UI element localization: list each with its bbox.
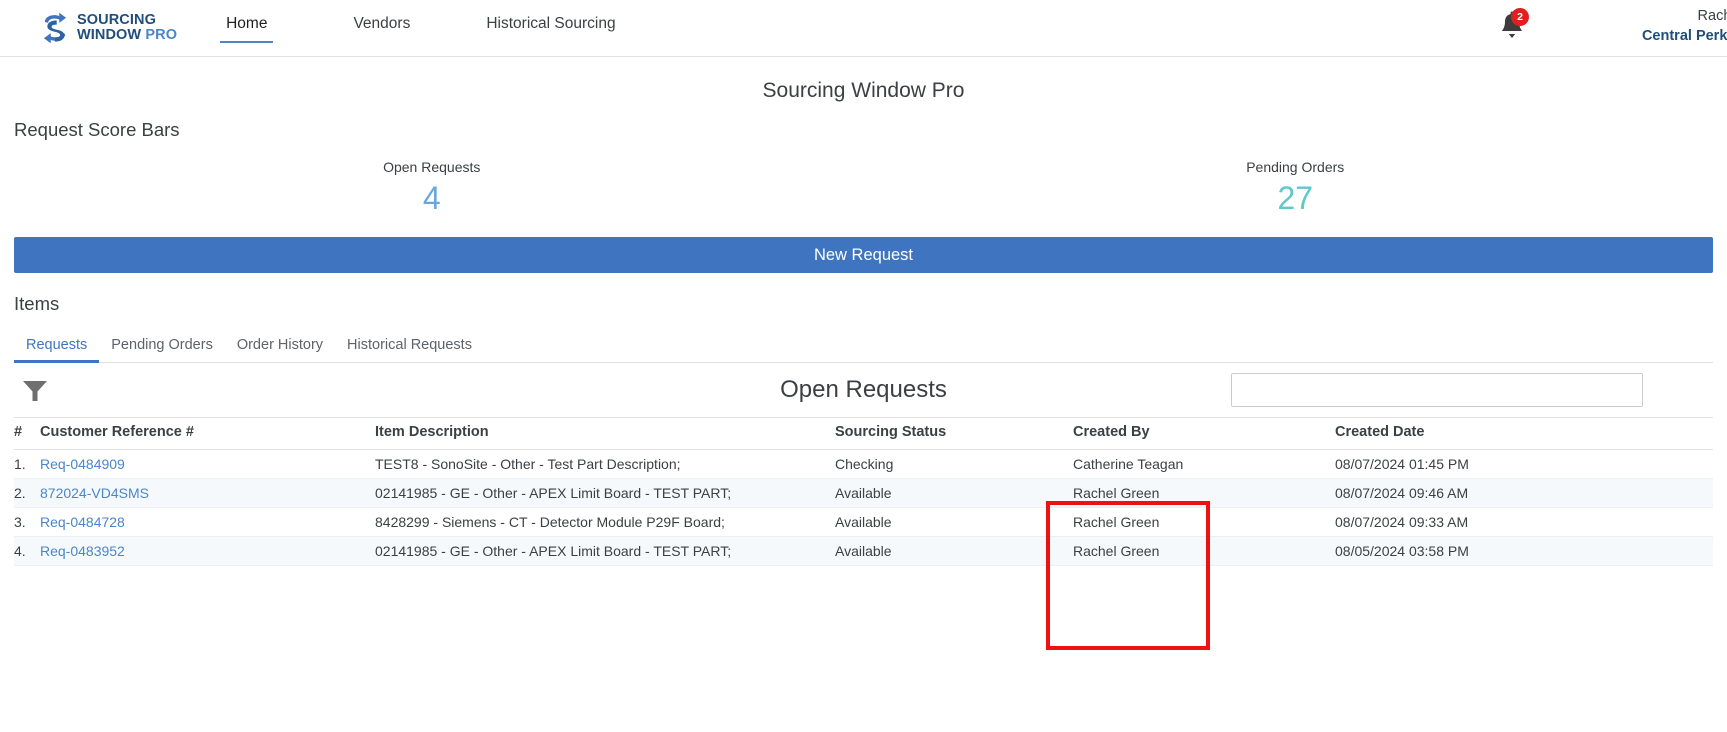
column-header-index[interactable]: #	[14, 417, 40, 450]
reference-link[interactable]: Req-0484728	[40, 514, 125, 530]
cell-index: 3.	[14, 507, 40, 537]
reference-link[interactable]: 872024-VD4SMS	[40, 485, 149, 501]
nav-item-historical-sourcing[interactable]: Historical Sourcing	[484, 12, 617, 43]
brand-pro-text: PRO	[145, 27, 178, 43]
column-header-item-description[interactable]: Item Description	[375, 417, 835, 450]
cell-reference: Req-0484728	[40, 507, 375, 537]
table-row[interactable]: 2. 872024-VD4SMS 02141985 - GE - Other -…	[14, 478, 1713, 508]
reference-link[interactable]: Req-0484909	[40, 456, 125, 472]
cell-status: Available	[835, 536, 1073, 566]
table-row[interactable]: 4. Req-0483952 02141985 - GE - Other - A…	[14, 536, 1713, 566]
notifications-button[interactable]: 2	[1497, 8, 1529, 44]
new-request-button[interactable]: New Request	[14, 237, 1713, 273]
column-header-created-date[interactable]: Created Date	[1335, 417, 1713, 450]
table-header-row: # Customer Reference # Item Description …	[14, 417, 1713, 450]
brand-line-2: WINDOW PRO	[77, 28, 177, 43]
cell-created-date: 08/07/2024 09:33 AM	[1335, 507, 1713, 537]
user-organization: Central Perk Imaging	[1641, 28, 1727, 44]
brand-logo[interactable]: SOURCING WINDOW PRO	[38, 8, 177, 48]
primary-nav-links: Home Vendors Historical Sourcing	[220, 12, 617, 43]
cell-description: TEST8 - SonoSite - Other - Test Part Des…	[375, 449, 835, 479]
table-row[interactable]: 3. Req-0484728 8428299 - Siemens - CT - …	[14, 507, 1713, 537]
nav-item-vendors[interactable]: Vendors	[351, 12, 412, 43]
table-body: 1. Req-0484909 TEST8 - SonoSite - Other …	[14, 449, 1713, 566]
table-toolbar: Open Requests	[14, 363, 1713, 417]
cell-index: 4.	[14, 536, 40, 566]
table-head: # Customer Reference # Item Description …	[14, 417, 1713, 450]
tab-requests[interactable]: Requests	[14, 337, 100, 363]
cell-index: 1.	[14, 449, 40, 479]
scorecard-pending-orders[interactable]: Pending Orders 27	[864, 159, 1727, 219]
user-name: Rachel Green	[1697, 8, 1727, 24]
nav-right-cluster: 2 Rachel Green Central Perk Imaging	[1497, 0, 1727, 57]
cell-created-by: Rachel Green	[1073, 507, 1335, 537]
column-header-sourcing-status[interactable]: Sourcing Status	[835, 417, 1073, 450]
tab-historical-requests[interactable]: Historical Requests	[335, 337, 484, 362]
cell-description: 02141985 - GE - Other - APEX Limit Board…	[375, 478, 835, 508]
scorecard-pending-orders-value: 27	[1277, 180, 1314, 216]
column-header-customer-reference[interactable]: Customer Reference #	[40, 417, 375, 450]
cell-reference: 872024-VD4SMS	[40, 478, 375, 508]
scorecard-open-requests-value: 4	[422, 180, 441, 216]
brand-window-text: WINDOW	[77, 27, 146, 43]
sourcing-s-arrows-logo-icon	[38, 11, 72, 45]
cell-created-by: Rachel Green	[1073, 478, 1335, 508]
cell-status: Checking	[835, 449, 1073, 479]
cell-status: Available	[835, 478, 1073, 508]
cell-created-date: 08/07/2024 01:45 PM	[1335, 449, 1713, 479]
cell-created-by: Rachel Green	[1073, 536, 1335, 566]
score-bars-row: Open Requests 4 Pending Orders 27	[0, 159, 1727, 219]
user-account-block[interactable]: Rachel Green Central Perk Imaging	[1567, 6, 1727, 46]
brand-line-1: SOURCING	[77, 12, 156, 28]
reference-link[interactable]: Req-0483952	[40, 543, 125, 559]
cell-created-date: 08/07/2024 09:46 AM	[1335, 478, 1713, 508]
cell-created-date: 08/05/2024 03:58 PM	[1335, 536, 1713, 566]
page-title: Sourcing Window Pro	[762, 79, 965, 102]
items-tab-bar: Requests Pending Orders Order History Hi…	[14, 333, 1713, 363]
scorecard-open-requests[interactable]: Open Requests 4	[0, 159, 864, 219]
cell-reference: Req-0484909	[40, 449, 375, 479]
scorecard-pending-orders-title: Pending Orders	[1246, 159, 1345, 175]
tab-order-history[interactable]: Order History	[225, 337, 335, 362]
tab-pending-orders[interactable]: Pending Orders	[99, 337, 225, 362]
cell-created-by: Catherine Teagan	[1073, 449, 1335, 479]
filter-funnel-icon[interactable]	[20, 376, 50, 409]
search-input[interactable]	[1231, 373, 1643, 407]
brand-wordmark: SOURCING WINDOW PRO	[77, 13, 177, 43]
cell-reference: Req-0483952	[40, 536, 375, 566]
cell-description: 8428299 - Siemens - CT - Detector Module…	[375, 507, 835, 537]
cell-index: 2.	[14, 478, 40, 508]
nav-item-home[interactable]: Home	[220, 12, 274, 43]
requests-table-container: # Customer Reference # Item Description …	[14, 417, 1713, 566]
items-label: Items	[14, 293, 60, 314]
cell-description: 02141985 - GE - Other - APEX Limit Board…	[375, 536, 835, 566]
notification-count-badge: 2	[1511, 8, 1529, 26]
column-header-created-by[interactable]: Created By	[1073, 417, 1335, 450]
requests-table: # Customer Reference # Item Description …	[14, 417, 1713, 566]
scorecard-open-requests-title: Open Requests	[383, 159, 481, 175]
request-score-bars-label: Request Score Bars	[14, 119, 180, 140]
table-row[interactable]: 1. Req-0484909 TEST8 - SonoSite - Other …	[14, 449, 1713, 479]
cell-status: Available	[835, 507, 1073, 537]
top-navigation-bar: SOURCING WINDOW PRO Home Vendors Histori…	[0, 0, 1727, 57]
